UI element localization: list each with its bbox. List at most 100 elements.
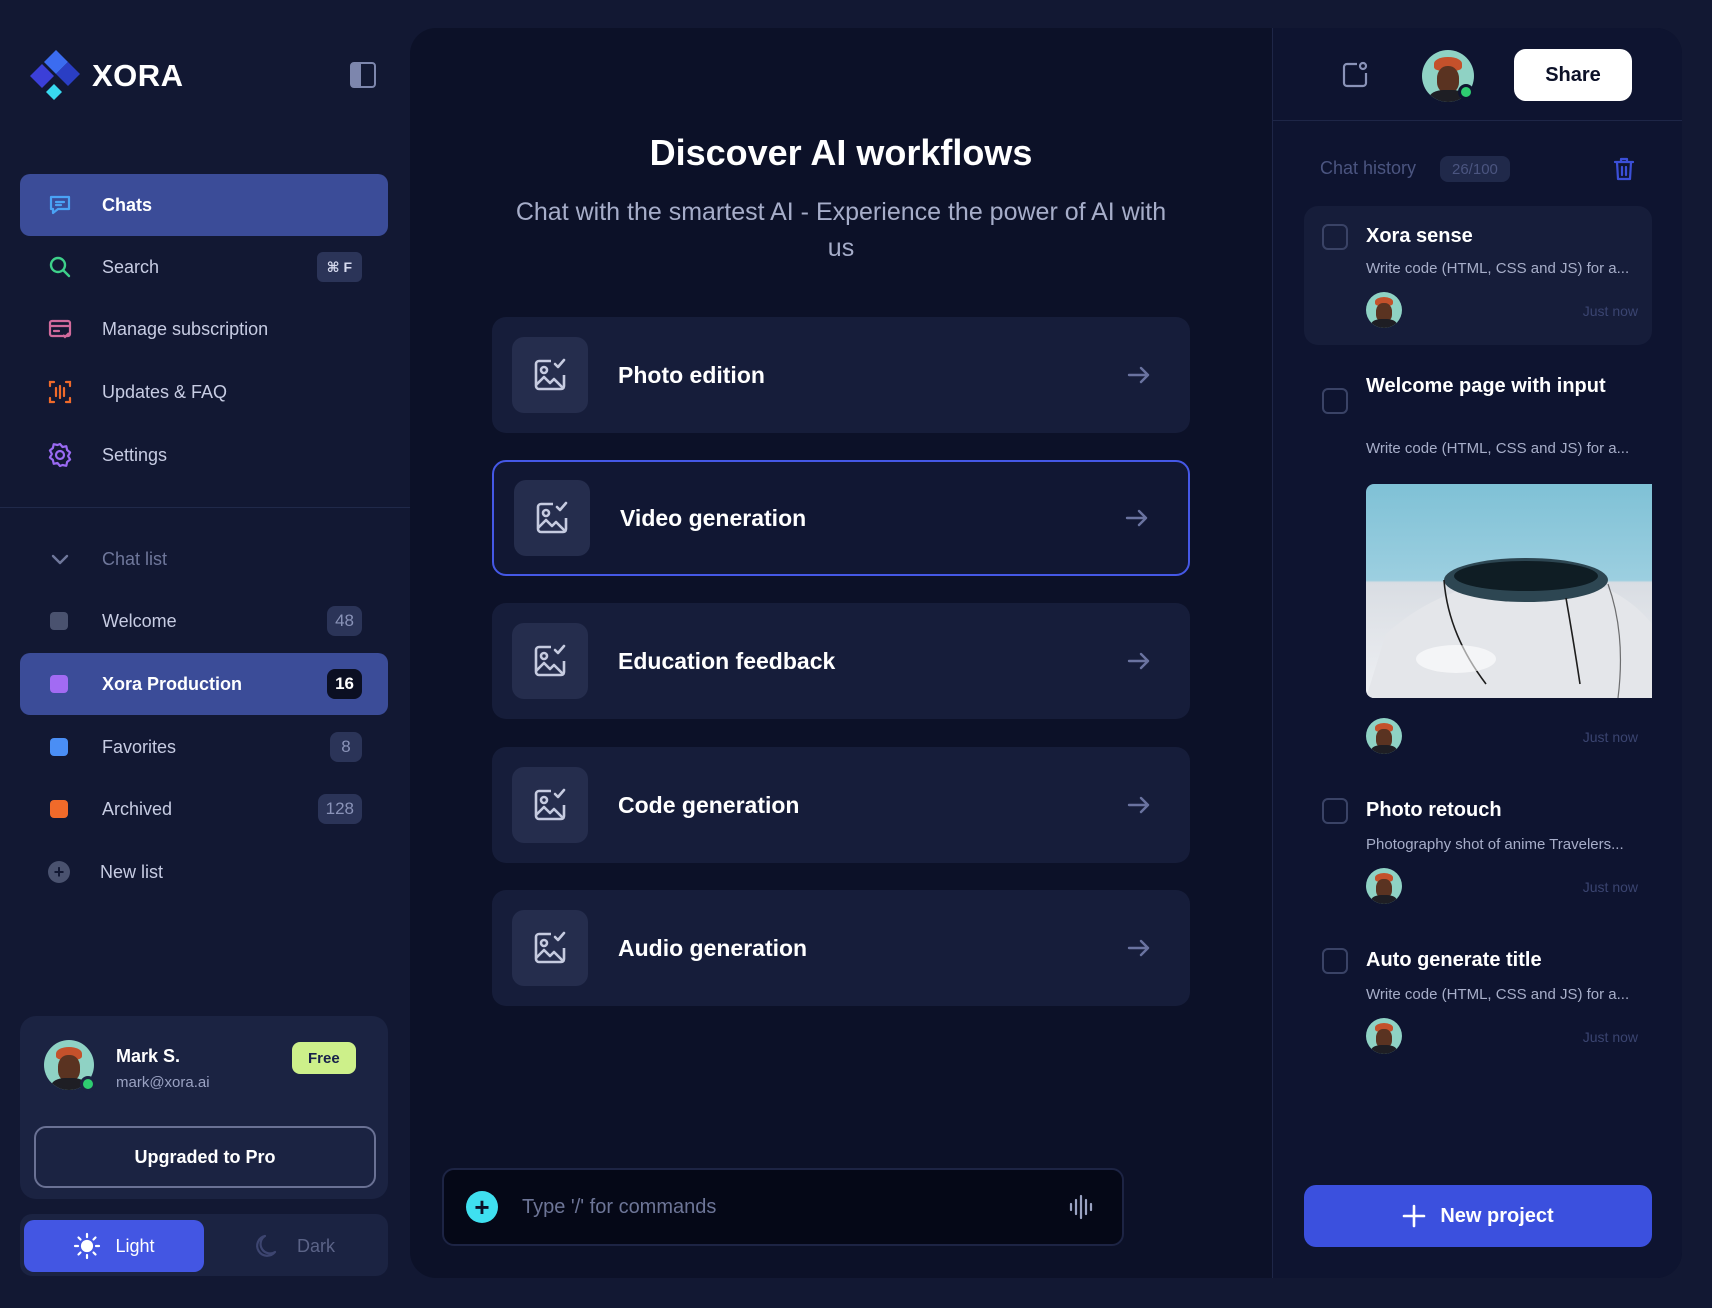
nav-updates-faq[interactable]: Updates & FAQ bbox=[20, 361, 388, 423]
chat-list-toggle[interactable]: Chat list bbox=[20, 528, 388, 590]
theme-light-label: Light bbox=[115, 1235, 155, 1256]
chat-list-item-archived[interactable]: Archived 128 bbox=[20, 778, 388, 840]
arrow-right-icon bbox=[1126, 648, 1152, 674]
nav-search[interactable]: Search ⌘ F bbox=[20, 236, 388, 298]
workflow-label: Education feedback bbox=[618, 647, 836, 674]
chat-history-item[interactable]: Photo retouch Photography shot of anime … bbox=[1304, 786, 1652, 910]
search-icon bbox=[46, 253, 74, 281]
chat-history-item[interactable]: Welcome page with input Write code (HTML… bbox=[1304, 354, 1652, 754]
avatar bbox=[1366, 718, 1402, 754]
arrow-right-icon bbox=[1126, 935, 1152, 961]
image-icon bbox=[512, 767, 588, 843]
image-icon bbox=[514, 480, 590, 556]
add-attachment-icon[interactable]: + bbox=[466, 1191, 498, 1223]
list-color-dot bbox=[50, 612, 68, 630]
chat-list-item-favorites[interactable]: Favorites 8 bbox=[20, 716, 388, 778]
list-item-label: Archived bbox=[102, 798, 173, 819]
xora-logo-icon bbox=[30, 50, 80, 100]
right-panel-divider bbox=[1273, 120, 1682, 121]
nav-label: Settings bbox=[102, 444, 168, 465]
voice-wave-icon[interactable] bbox=[1066, 1192, 1096, 1222]
history-time: Just now bbox=[1582, 303, 1638, 319]
plan-badge: Free bbox=[292, 1042, 356, 1074]
nav-label: Manage subscription bbox=[102, 318, 269, 339]
history-checkbox[interactable] bbox=[1322, 388, 1348, 414]
image-icon bbox=[512, 337, 588, 413]
nav-label: Search bbox=[102, 256, 160, 277]
nav-label: Chats bbox=[102, 194, 153, 215]
gear-icon bbox=[46, 441, 74, 469]
chat-list-item-welcome[interactable]: Welcome 48 bbox=[20, 590, 388, 652]
arrow-right-icon bbox=[1124, 505, 1150, 531]
sidebar-divider bbox=[0, 507, 410, 508]
nav-settings[interactable]: Settings bbox=[20, 424, 388, 486]
workflow-card-audio-generation[interactable]: Audio generation bbox=[492, 890, 1190, 1006]
chat-icon bbox=[46, 191, 74, 219]
new-list-label: New list bbox=[100, 861, 164, 882]
user-email: mark@xora.ai bbox=[116, 1074, 210, 1091]
new-note-icon[interactable] bbox=[1340, 60, 1370, 90]
message-input[interactable] bbox=[522, 1195, 1066, 1219]
page-title: Discover AI workflows bbox=[649, 132, 1033, 173]
page-subtitle: Chat with the smartest AI - Experience t… bbox=[515, 198, 1167, 262]
plus-circle-icon: + bbox=[48, 861, 70, 883]
brand-logo[interactable]: XORA bbox=[28, 48, 198, 104]
online-status-dot bbox=[1458, 84, 1474, 100]
history-checkbox[interactable] bbox=[1322, 948, 1348, 974]
history-title: Welcome page with input bbox=[1366, 375, 1606, 397]
list-color-dot bbox=[50, 738, 68, 756]
trash-icon[interactable] bbox=[1612, 156, 1636, 187]
broadcast-icon bbox=[46, 378, 74, 406]
share-button[interactable]: Share bbox=[1514, 49, 1632, 101]
workflow-card-education-feedback[interactable]: Education feedback bbox=[492, 603, 1190, 719]
new-project-button[interactable]: New project bbox=[1304, 1185, 1652, 1247]
sidebar-collapse-icon[interactable] bbox=[350, 62, 376, 88]
chat-history-item[interactable]: Auto generate title Write code (HTML, CS… bbox=[1304, 936, 1652, 1060]
workflow-label: Video generation bbox=[620, 504, 807, 531]
workflow-card-video-generation[interactable]: Video generation bbox=[492, 460, 1190, 576]
theme-light-button[interactable]: Light bbox=[24, 1220, 204, 1272]
history-desc: Write code (HTML, CSS and JS) for a... bbox=[1366, 986, 1630, 1003]
nav-chats[interactable]: Chats bbox=[20, 174, 388, 236]
list-item-count: 48 bbox=[327, 606, 362, 636]
chevron-down-icon bbox=[46, 545, 74, 573]
history-time: Just now bbox=[1582, 1029, 1638, 1045]
user-name: Mark S. bbox=[116, 1046, 181, 1066]
chat-list-header: Chat list bbox=[102, 548, 168, 569]
theme-toggle: Light Dark bbox=[20, 1214, 388, 1276]
moon-icon bbox=[253, 1231, 283, 1261]
card-icon bbox=[46, 315, 74, 343]
workflow-label: Code generation bbox=[618, 791, 800, 818]
list-item-label: Welcome bbox=[102, 610, 177, 631]
list-item-count: 16 bbox=[327, 669, 362, 699]
workflow-card-photo-edition[interactable]: Photo edition bbox=[492, 317, 1190, 433]
list-item-label: Xora Production bbox=[102, 673, 243, 694]
chat-history-item[interactable]: Xora sense Write code (HTML, CSS and JS)… bbox=[1304, 206, 1652, 345]
chat-history-label: Chat history bbox=[1320, 158, 1417, 178]
new-list-button[interactable]: + New list bbox=[20, 841, 388, 903]
workflow-card-code-generation[interactable]: Code generation bbox=[492, 747, 1190, 863]
chat-list-item-xora-production[interactable]: Xora Production 16 bbox=[20, 653, 388, 715]
sun-icon bbox=[73, 1232, 101, 1260]
list-color-dot bbox=[50, 675, 68, 693]
history-title: Auto generate title bbox=[1366, 949, 1542, 971]
list-item-count: 128 bbox=[317, 794, 362, 824]
brand-name: XORA bbox=[92, 58, 184, 93]
history-time: Just now bbox=[1582, 879, 1638, 895]
history-checkbox[interactable] bbox=[1322, 798, 1348, 824]
theme-dark-button[interactable]: Dark bbox=[204, 1220, 384, 1272]
history-checkbox[interactable] bbox=[1322, 224, 1348, 250]
workflow-label: Photo edition bbox=[618, 361, 765, 388]
list-item-label: Favorites bbox=[102, 736, 177, 757]
search-shortcut-badge: ⌘ F bbox=[316, 252, 362, 282]
history-desc: Photography shot of anime Travelers... bbox=[1366, 836, 1624, 853]
avatar bbox=[1366, 1018, 1402, 1054]
history-desc: Write code (HTML, CSS and JS) for a... bbox=[1366, 260, 1630, 277]
avatar bbox=[1366, 292, 1402, 328]
upgrade-button[interactable]: Upgraded to Pro bbox=[34, 1126, 376, 1188]
history-desc: Write code (HTML, CSS and JS) for a... bbox=[1366, 440, 1630, 457]
nav-manage-subscription[interactable]: Manage subscription bbox=[20, 298, 388, 360]
list-item-count: 8 bbox=[330, 732, 362, 762]
online-status-dot bbox=[80, 1076, 96, 1092]
history-thumbnail-image[interactable] bbox=[1366, 484, 1652, 698]
